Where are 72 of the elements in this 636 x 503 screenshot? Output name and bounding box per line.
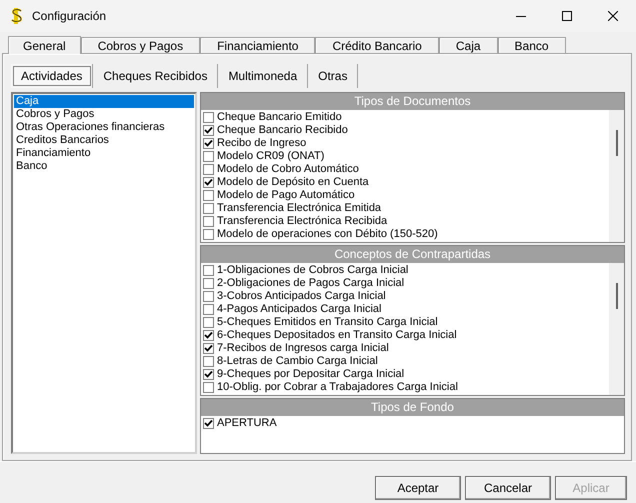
- checkmark-icon: [204, 178, 213, 187]
- checkbox-label: 10-Oblig. por Cobrar a Trabajadores Carga Inicial: [217, 381, 458, 394]
- checkbox-label: 9-Cheques por Depositar Carga Inicial: [217, 368, 404, 381]
- checkbox-label: Modelo de Cobro Automático: [217, 163, 359, 176]
- checkbox[interactable]: [203, 343, 214, 354]
- checkbox[interactable]: [203, 112, 214, 123]
- checkmark-icon: [204, 370, 213, 379]
- tab[interactable]: Crédito Bancario: [315, 37, 439, 53]
- checkbox[interactable]: [203, 138, 214, 149]
- dialog-button[interactable]: Cancelar: [465, 476, 551, 500]
- checkbox-label: Cheque Bancario Emitido: [217, 111, 342, 124]
- list-item[interactable]: Caja: [14, 95, 194, 108]
- checkbox-label: Modelo de operaciones con Débito (150-520): [217, 228, 438, 241]
- checkbox[interactable]: [203, 330, 214, 341]
- tab[interactable]: Multimoneda: [218, 64, 308, 88]
- checkbox[interactable]: [203, 164, 214, 175]
- checkbox-label: 6-Cheques Depositados en Transito Carga Inicial: [217, 329, 457, 342]
- checkbox[interactable]: [203, 278, 214, 289]
- section-header: Tipos de Fondo: [201, 399, 624, 416]
- checkbox[interactable]: [203, 216, 214, 227]
- checkbox[interactable]: [203, 382, 214, 393]
- checkbox-label: Recibo de Ingreso: [217, 137, 306, 150]
- maximize-icon: [562, 11, 572, 21]
- checkbox[interactable]: [203, 177, 214, 188]
- tab[interactable]: Financiamiento: [200, 37, 316, 53]
- checkbox[interactable]: [203, 203, 214, 214]
- checkbox[interactable]: [203, 304, 214, 315]
- checkbox-label: Modelo CR09 (ONAT): [217, 150, 324, 163]
- tab[interactable]: Cheques Recibidos: [93, 64, 218, 88]
- tab[interactable]: Banco: [498, 37, 566, 53]
- checkbox[interactable]: [203, 369, 214, 380]
- tab[interactable]: Actividades: [11, 64, 94, 88]
- checkbox-label: Transferencia Electrónica Recibida: [217, 215, 388, 228]
- list-item[interactable]: Creditos Bancarios: [14, 134, 194, 147]
- checkbox[interactable]: [203, 190, 214, 201]
- tab[interactable]: Cobros y Pagos: [80, 37, 200, 53]
- checkbox[interactable]: [203, 356, 214, 367]
- list-item[interactable]: Banco: [14, 160, 194, 173]
- checkbox[interactable]: [203, 317, 214, 328]
- checkbox-label: 5-Cheques Emitidos en Transito Carga Inicial: [217, 316, 438, 329]
- scrollbar[interactable]: [609, 110, 624, 242]
- checkbox-label: Transferencia Electrónica Emitida: [217, 202, 382, 215]
- checkbox-label: Modelo de Pago Automático: [217, 189, 355, 202]
- checkbox-label: APERTURA: [217, 417, 277, 430]
- tab[interactable]: Otras: [308, 64, 358, 88]
- checkbox[interactable]: [203, 418, 214, 429]
- checkmark-icon: [204, 419, 213, 428]
- scrollbar[interactable]: [609, 263, 624, 395]
- checkbox-label: 4-Pagos Anticipados Carga Inicial: [217, 303, 382, 316]
- checkbox-label: 7-Recibos de Ingresos carga Inicial: [217, 342, 389, 355]
- checkbox[interactable]: [203, 291, 214, 302]
- checkbox-label: 1-Obligaciones de Cobros Carga Inicial: [217, 264, 408, 277]
- close-icon: [608, 11, 618, 21]
- checkbox-label: 3-Cobros Anticipados Carga Inicial: [217, 290, 386, 303]
- checkbox[interactable]: [203, 265, 214, 276]
- checkbox[interactable]: [203, 125, 214, 136]
- checkbox-label: Modelo de Depósito en Cuenta: [217, 176, 369, 189]
- dollar-icon: [10, 7, 24, 25]
- section-header: Conceptos de Contrapartidas: [201, 246, 624, 263]
- list-item[interactable]: Otras Operaciones financieras: [14, 121, 194, 134]
- list-item[interactable]: Financiamiento: [14, 147, 194, 160]
- list-item[interactable]: Cobros y Pagos: [14, 108, 194, 121]
- checkbox[interactable]: [203, 229, 214, 240]
- section-header: Tipos de Documentos: [201, 93, 624, 110]
- checkbox-label: 8-Letras de Cambio Carga Inicial: [217, 355, 378, 368]
- tab[interactable]: Caja: [438, 37, 498, 53]
- checkbox[interactable]: [203, 151, 214, 162]
- dialog-button[interactable]: Aceptar: [375, 476, 461, 500]
- window-title: Configuración: [32, 9, 108, 23]
- checkbox-label: Cheque Bancario Recibido: [217, 124, 348, 137]
- checkbox-label: 2-Obligaciones de Pagos Carga Inicial: [217, 277, 404, 290]
- tab[interactable]: General: [8, 36, 81, 54]
